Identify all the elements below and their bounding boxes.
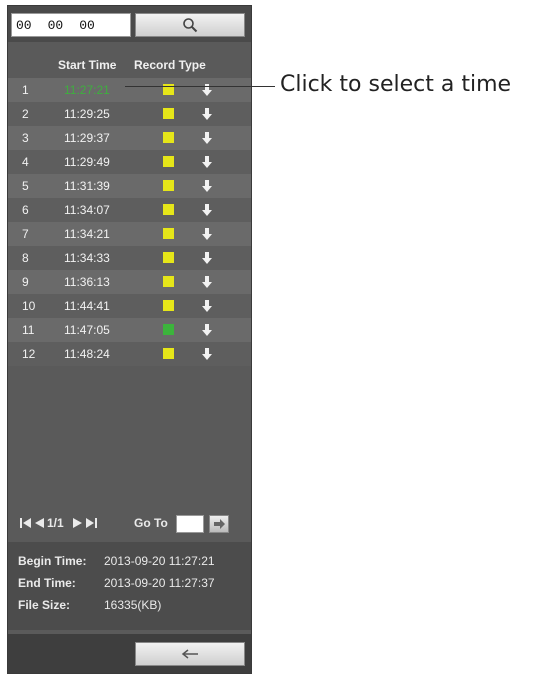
- record-start-time[interactable]: 11:29:25: [64, 107, 110, 121]
- goto-label: Go To: [134, 516, 168, 530]
- record-type-indicator: [163, 108, 174, 119]
- record-type-indicator: [163, 132, 174, 143]
- search-icon: [183, 18, 198, 33]
- header-start-time: Start Time: [58, 58, 117, 72]
- begin-time-value: 2013-09-20 11:27:21: [104, 554, 215, 568]
- record-type-indicator: [163, 228, 174, 239]
- record-row[interactable]: 10 11:44:41: [8, 294, 251, 318]
- record-row[interactable]: 12 11:48:24: [8, 342, 251, 366]
- time-input-hours[interactable]: 00: [16, 18, 32, 33]
- download-icon[interactable]: [200, 298, 214, 314]
- header-record-type: Record Type: [134, 58, 206, 72]
- arrow-right-icon: [214, 519, 225, 529]
- record-number: 10: [22, 299, 36, 313]
- download-icon[interactable]: [200, 250, 214, 266]
- download-icon[interactable]: [200, 82, 214, 98]
- record-start-time[interactable]: 11:27:21: [64, 83, 110, 97]
- record-number: 4: [22, 155, 29, 169]
- record-start-time[interactable]: 11:34:21: [64, 227, 110, 241]
- download-icon[interactable]: [200, 154, 214, 170]
- file-info: Begin Time: 2013-09-20 11:27:21 End Time…: [8, 542, 251, 630]
- record-start-time[interactable]: 11:34:07: [64, 203, 110, 217]
- bottom-bar: [8, 634, 251, 673]
- search-bar: 00 00 00: [8, 6, 251, 42]
- callout-text: Click to select a time: [280, 72, 512, 97]
- next-page-icon[interactable]: [73, 518, 82, 528]
- end-time-value: 2013-09-20 11:27:37: [104, 576, 215, 590]
- download-icon[interactable]: [200, 226, 214, 242]
- record-start-time[interactable]: 11:34:33: [64, 251, 110, 265]
- goto-page-input[interactable]: [176, 515, 204, 533]
- record-row[interactable]: 6 11:34:07: [8, 198, 251, 222]
- search-button[interactable]: [135, 13, 245, 37]
- record-start-time[interactable]: 11:31:39: [64, 179, 110, 193]
- record-row[interactable]: 4 11:29:49: [8, 150, 251, 174]
- record-type-indicator: [163, 348, 174, 359]
- playback-search-panel: 00 00 00 Start Time Record Type 1 11:27:2…: [7, 5, 252, 674]
- begin-time-label: Begin Time:: [18, 554, 87, 568]
- record-row[interactable]: 2 11:29:25: [8, 102, 251, 126]
- first-page-icon[interactable]: [20, 518, 32, 528]
- prev-page-icon[interactable]: [35, 518, 44, 528]
- download-icon[interactable]: [200, 274, 214, 290]
- record-number: 9: [22, 275, 29, 289]
- file-size-value: 16335(KB): [104, 598, 162, 612]
- record-type-indicator: [163, 324, 174, 335]
- list-header: Start Time Record Type: [8, 56, 251, 74]
- record-start-time[interactable]: 11:48:24: [64, 347, 110, 361]
- record-number: 11: [22, 323, 35, 337]
- download-icon[interactable]: [200, 322, 214, 338]
- back-button[interactable]: [135, 642, 245, 666]
- record-number: 8: [22, 251, 29, 265]
- page-indicator: 1/1: [47, 516, 64, 530]
- record-row[interactable]: 9 11:36:13: [8, 270, 251, 294]
- record-row[interactable]: 7 11:34:21: [8, 222, 251, 246]
- pager: 1/1 Go To: [8, 510, 251, 538]
- record-number: 3: [22, 131, 29, 145]
- record-start-time[interactable]: 11:44:41: [64, 299, 110, 313]
- record-type-indicator: [163, 204, 174, 215]
- record-row[interactable]: 5 11:31:39: [8, 174, 251, 198]
- record-type-indicator: [163, 180, 174, 191]
- download-icon[interactable]: [200, 346, 214, 362]
- record-number: 7: [22, 227, 29, 241]
- record-row[interactable]: 11 11:47:05: [8, 318, 251, 342]
- record-type-indicator: [163, 252, 174, 263]
- download-icon[interactable]: [200, 202, 214, 218]
- download-icon[interactable]: [200, 106, 214, 122]
- record-number: 12: [22, 347, 36, 361]
- record-start-time[interactable]: 11:36:13: [64, 275, 110, 289]
- record-number: 2: [22, 107, 29, 121]
- record-type-indicator: [163, 156, 174, 167]
- record-start-time[interactable]: 11:29:37: [64, 131, 110, 145]
- time-input-seconds[interactable]: 00: [79, 18, 95, 33]
- go-button[interactable]: [209, 515, 229, 533]
- record-start-time[interactable]: 11:47:05: [64, 323, 110, 337]
- record-start-time[interactable]: 11:29:49: [64, 155, 110, 169]
- record-row[interactable]: 3 11:29:37: [8, 126, 251, 150]
- record-type-indicator: [163, 300, 174, 311]
- download-icon[interactable]: [200, 130, 214, 146]
- record-number: 6: [22, 203, 29, 217]
- record-type-indicator: [163, 276, 174, 287]
- end-time-label: End Time:: [18, 576, 76, 590]
- record-number: 1: [22, 83, 29, 97]
- back-arrow-icon: [181, 649, 198, 659]
- record-number: 5: [22, 179, 29, 193]
- time-input[interactable]: 00 00 00: [11, 13, 131, 37]
- record-row[interactable]: 8 11:34:33: [8, 246, 251, 270]
- download-icon[interactable]: [200, 178, 214, 194]
- time-input-minutes[interactable]: 00: [48, 18, 64, 33]
- record-row[interactable]: 1 11:27:21: [8, 78, 251, 102]
- callout-line: [125, 86, 275, 87]
- record-list: 1 11:27:21 2 11:29:25 3 11:29:37 4 11:29:49 5 11:…: [8, 78, 251, 366]
- file-size-label: File Size:: [18, 598, 71, 612]
- last-page-icon[interactable]: [86, 518, 98, 528]
